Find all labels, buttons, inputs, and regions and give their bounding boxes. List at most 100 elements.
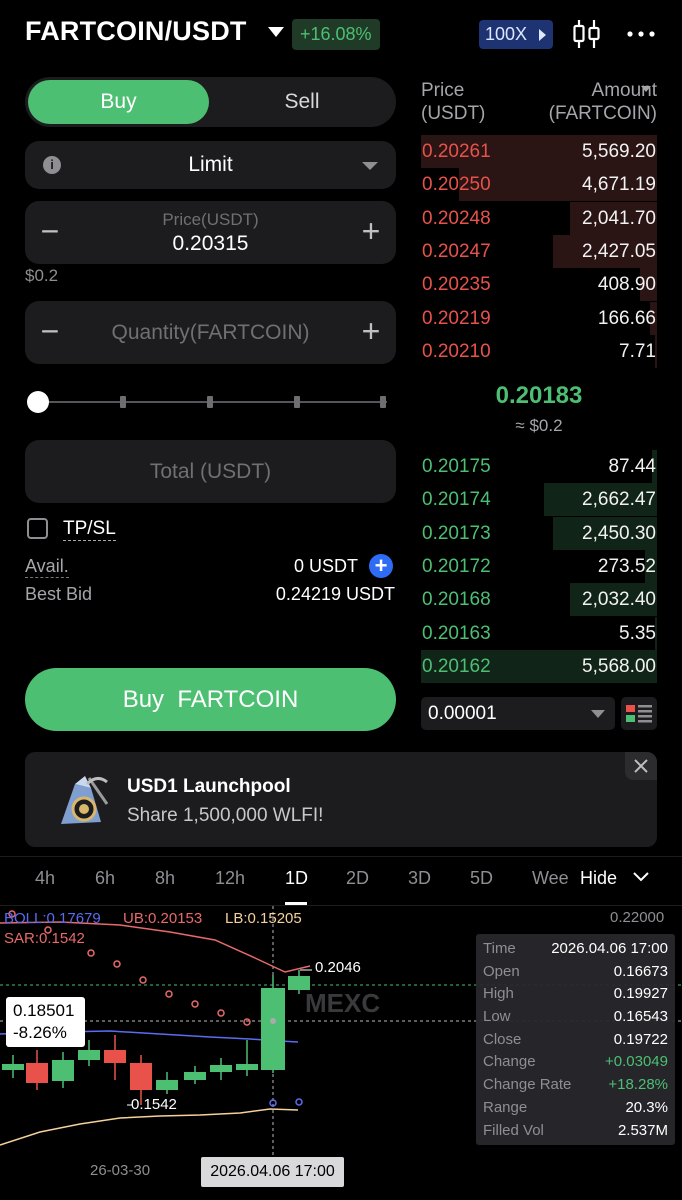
tooltip-value: 0.19927 bbox=[613, 985, 668, 1003]
tooltip-row: Low 0.16543 bbox=[483, 1006, 668, 1029]
boll-lower-line bbox=[0, 1108, 299, 1146]
quantity-placeholder: Quantity(FARTCOIN) bbox=[111, 321, 310, 344]
tooltip-value: 0.16543 bbox=[613, 1008, 668, 1026]
promo-banner[interactable]: USD1 Launchpool Share 1,500,000 WLFI! bbox=[25, 752, 657, 847]
crosshair-price: 0.18501 bbox=[13, 1001, 75, 1020]
tooltip-key: Time bbox=[483, 940, 516, 957]
chevron-down-icon[interactable] bbox=[268, 27, 284, 37]
high-price-label: 0.2046 bbox=[315, 959, 361, 976]
tooltip-row: Change Rate +18.28% bbox=[483, 1074, 668, 1097]
candle-body bbox=[26, 1063, 48, 1083]
order-type-label: Limit bbox=[188, 153, 233, 176]
tooltip-key: Filled Vol bbox=[483, 1121, 544, 1139]
tooltip-row: Change +0.03049 bbox=[483, 1051, 668, 1074]
quantity-input[interactable]: − Quantity(FARTCOIN) + bbox=[25, 301, 396, 364]
price-usd-hint: $0.2 bbox=[25, 266, 59, 285]
amount-slider[interactable] bbox=[25, 390, 387, 414]
timeframe-tab-3d[interactable]: 3D bbox=[408, 868, 431, 889]
orderbook-amount: 2,662.47 bbox=[582, 489, 656, 511]
buy-button[interactable]: Buy FARTCOIN bbox=[25, 668, 396, 731]
timeframe-tab-8h[interactable]: 8h bbox=[155, 868, 175, 889]
side-toggle: Buy Sell bbox=[25, 77, 396, 127]
tooltip-value: 2.537M bbox=[617, 1121, 668, 1139]
orderbook-amount: 87.44 bbox=[608, 456, 656, 477]
orderbook-price: 0.20173 bbox=[422, 522, 491, 544]
sell-tab[interactable]: Sell bbox=[211, 80, 393, 124]
timeframe-tab-5d[interactable]: 5D bbox=[470, 868, 493, 889]
timeframe-tab-6h[interactable]: 6h bbox=[95, 868, 115, 889]
buy-tab[interactable]: Buy bbox=[28, 80, 209, 124]
timeframe-tab-1d[interactable]: 1D bbox=[285, 868, 308, 889]
orderbook-layout-icon[interactable] bbox=[621, 697, 657, 730]
timeframe-tab-12h[interactable]: 12h bbox=[215, 868, 245, 889]
price-value[interactable]: 0.20315 bbox=[25, 232, 396, 256]
price-increment-button[interactable]: + bbox=[346, 201, 396, 264]
candle-body bbox=[78, 1050, 100, 1060]
orderbook-row[interactable]: 0.20174 2,662.47 bbox=[421, 483, 657, 517]
chevron-down-icon bbox=[641, 86, 651, 92]
slider-tick bbox=[294, 396, 300, 408]
tooltip-value: +18.28% bbox=[608, 1076, 668, 1094]
orderbook-row[interactable]: 0.20219 166.66 bbox=[421, 301, 657, 335]
orderbook-row[interactable]: 0.20162 5,568.00 bbox=[421, 649, 657, 683]
tpsl-checkbox[interactable] bbox=[27, 518, 48, 539]
price-input[interactable]: − Price(USDT) 0.20315 + bbox=[25, 201, 396, 264]
precision-select[interactable]: 0.00001 bbox=[421, 697, 615, 730]
avail-value: 0 USDT bbox=[293, 556, 358, 576]
orderbook-amount-header[interactable]: Amount (FARTCOIN) bbox=[520, 79, 657, 125]
orderbook-row[interactable]: 0.20210 7.71 bbox=[421, 334, 657, 368]
orderbook-row[interactable]: 0.20247 2,427.05 bbox=[421, 234, 657, 268]
orderbook-row[interactable]: 0.20172 273.52 bbox=[421, 549, 657, 583]
orderbook-price: 0.20162 bbox=[422, 655, 491, 677]
orderbook-row[interactable]: 0.20173 2,450.30 bbox=[421, 516, 657, 550]
leverage-button[interactable]: 100X bbox=[479, 20, 553, 49]
orderbook-row[interactable]: 0.20261 5,569.20 bbox=[421, 135, 657, 168]
candle-body bbox=[236, 1064, 258, 1070]
tooltip-value: 0.16673 bbox=[613, 962, 668, 980]
tooltip-key: Open bbox=[483, 962, 520, 980]
add-funds-icon[interactable]: + bbox=[369, 554, 393, 578]
order-type-select[interactable]: i Limit bbox=[25, 141, 396, 189]
candle-body bbox=[104, 1050, 126, 1063]
orderbook-amount: 166.66 bbox=[597, 307, 656, 329]
timeframe-tab-2d[interactable]: 2D bbox=[346, 868, 369, 889]
candlestick-chart-icon[interactable] bbox=[572, 18, 602, 50]
candle-body bbox=[184, 1072, 206, 1080]
chevron-right-icon bbox=[539, 29, 546, 41]
total-input[interactable]: Total (USDT) bbox=[25, 440, 396, 503]
close-icon[interactable] bbox=[625, 752, 657, 780]
orderbook-row[interactable]: 0.20235 408.90 bbox=[421, 268, 657, 302]
slider-tick bbox=[380, 396, 386, 408]
orderbook-row[interactable]: 0.20168 2,032.40 bbox=[421, 583, 657, 617]
hide-chart-button[interactable]: Hide bbox=[580, 868, 617, 889]
orderbook-amount: 5.35 bbox=[619, 622, 656, 644]
more-icon[interactable] bbox=[626, 24, 656, 44]
timeframe-tab-wee[interactable]: Wee bbox=[532, 868, 569, 889]
candle-body bbox=[52, 1060, 74, 1081]
orderbook-amount: 5,568.00 bbox=[582, 655, 656, 677]
boll-ub-value: UB:0.20153 bbox=[123, 910, 203, 927]
pair-title[interactable]: FARTCOIN/USDT bbox=[25, 16, 247, 47]
low-price-label: 0.1542 bbox=[131, 1096, 177, 1113]
tooltip-row: Range 20.3% bbox=[483, 1097, 668, 1120]
orderbook-row[interactable]: 0.20248 2,041.70 bbox=[421, 201, 657, 235]
candle-body bbox=[2, 1064, 24, 1070]
quantity-increment-button[interactable]: + bbox=[346, 301, 396, 364]
tpsl-label[interactable]: TP/SL bbox=[63, 518, 116, 541]
orderbook-price: 0.20163 bbox=[422, 622, 491, 644]
launchpool-icon bbox=[61, 776, 109, 824]
slider-handle[interactable] bbox=[27, 391, 49, 413]
total-placeholder: Total (USDT) bbox=[149, 460, 272, 483]
tooltip-row: Filled Vol 2.537M bbox=[483, 1120, 668, 1143]
chevron-down-icon[interactable] bbox=[632, 870, 650, 884]
orderbook-row[interactable]: 0.20175 87.44 bbox=[421, 450, 657, 483]
divider bbox=[0, 856, 682, 857]
orderbook-amount: 408.90 bbox=[597, 274, 656, 296]
orderbook-row[interactable]: 0.20250 4,671.19 bbox=[421, 168, 657, 202]
slider-tick bbox=[207, 396, 213, 408]
orderbook-amount: 2,032.40 bbox=[582, 589, 656, 611]
leverage-label: 100X bbox=[485, 24, 528, 44]
tooltip-value: 20.3% bbox=[625, 1098, 668, 1116]
orderbook-row[interactable]: 0.20163 5.35 bbox=[421, 616, 657, 650]
timeframe-tab-4h[interactable]: 4h bbox=[35, 868, 55, 889]
